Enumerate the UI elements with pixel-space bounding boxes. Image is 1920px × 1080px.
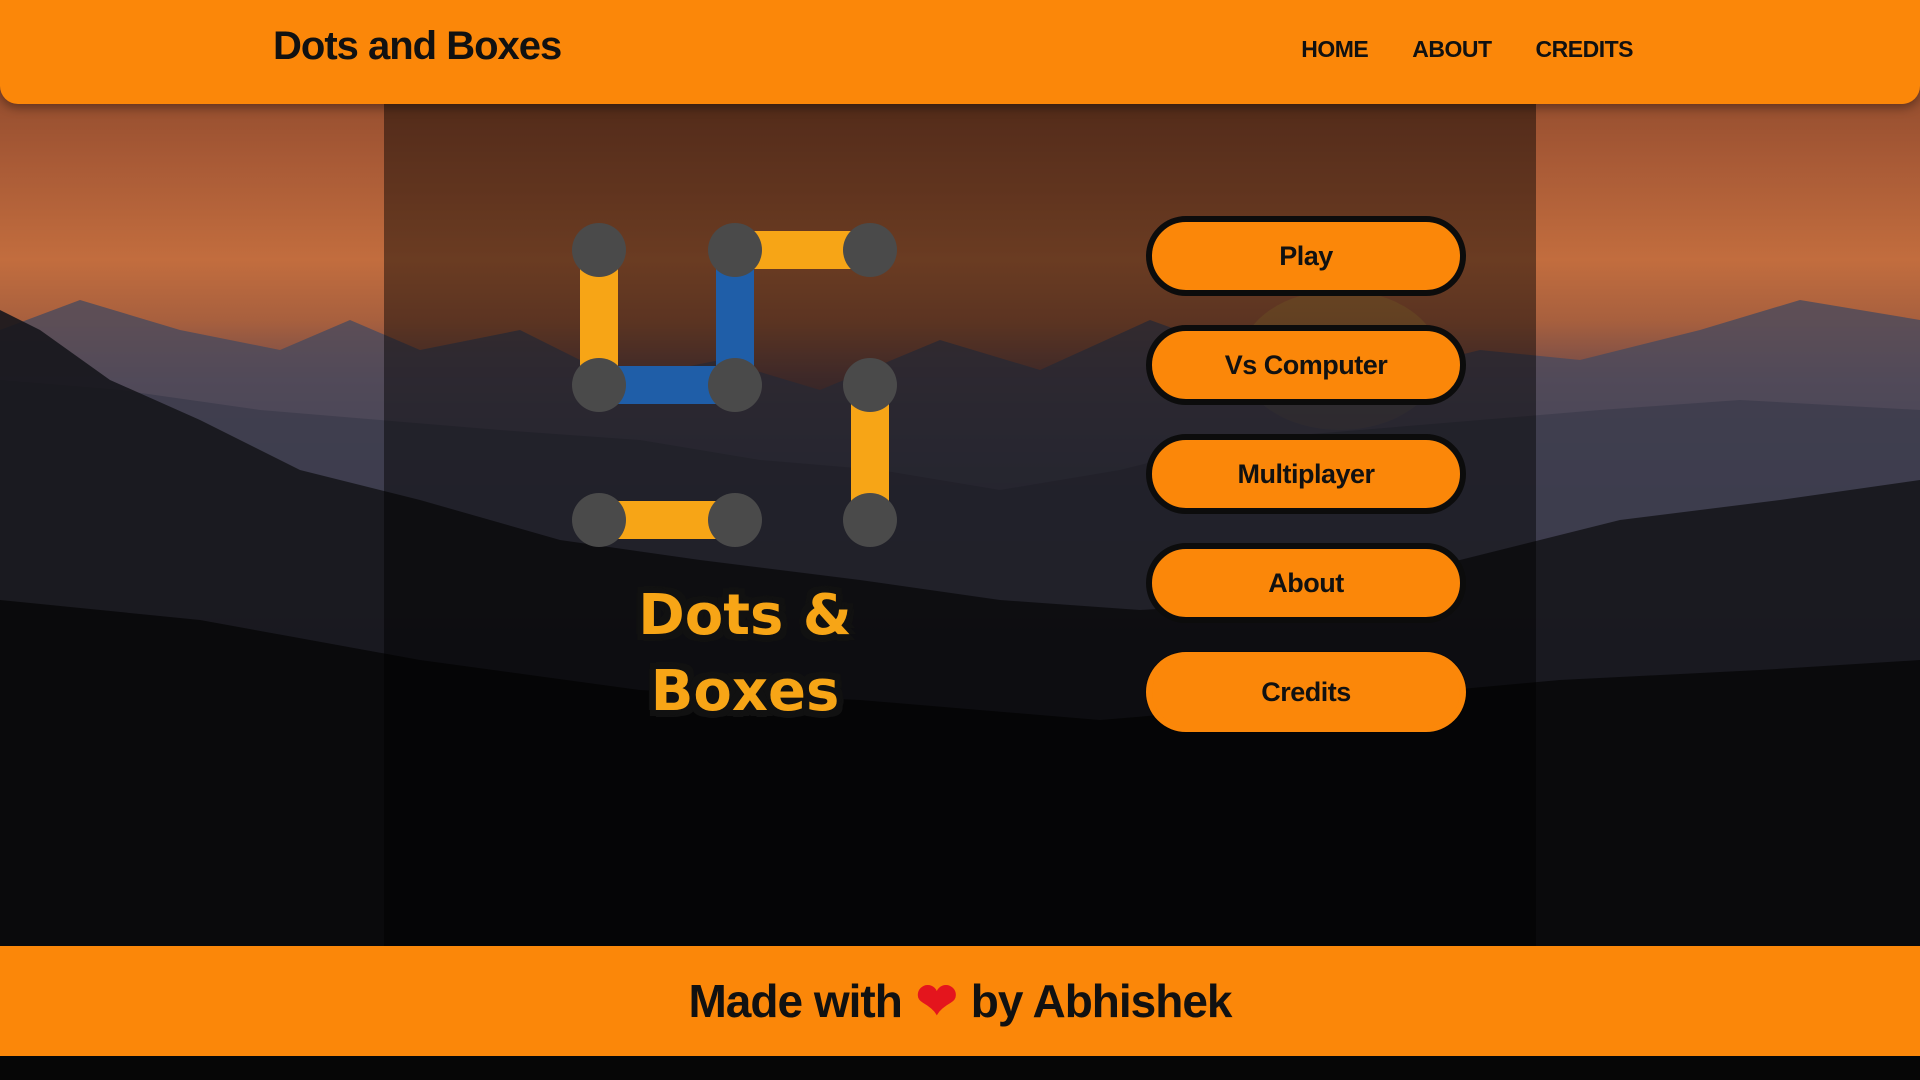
dots-boxes-logo-icon	[572, 223, 897, 547]
bottom-strip	[0, 1056, 1920, 1080]
nav-credits-link[interactable]: CREDITS	[1536, 36, 1634, 63]
logo-dot	[843, 358, 897, 412]
logo-title-line2: Boxes	[650, 659, 840, 724]
footer: Made with ❤ by Abhishek	[0, 946, 1920, 1056]
play-button[interactable]: Play	[1146, 216, 1466, 296]
nav-home-link[interactable]: HOME	[1301, 36, 1369, 63]
logo-title: Dots & Boxes	[560, 578, 930, 730]
heart-icon: ❤	[915, 973, 958, 1029]
footer-text-after: by Abhishek	[970, 975, 1233, 1027]
logo-dot	[708, 223, 762, 277]
nav-about-link[interactable]: ABOUT	[1412, 36, 1492, 63]
nav-links: HOME ABOUT CREDITS	[1301, 36, 1633, 63]
logo-title-line1: Dots &	[638, 583, 852, 648]
multiplayer-button[interactable]: Multiplayer	[1146, 434, 1466, 514]
footer-text-before: Made with	[688, 975, 902, 1027]
logo-dot	[708, 358, 762, 412]
main-menu: Play Vs Computer Multiplayer About Credi…	[1146, 216, 1466, 761]
credits-button[interactable]: Credits	[1146, 652, 1466, 732]
logo-dot	[572, 223, 626, 277]
logo-dot	[572, 358, 626, 412]
logo-dot	[572, 493, 626, 547]
brand-title[interactable]: Dots and Boxes	[273, 24, 562, 69]
logo-dot	[708, 493, 762, 547]
about-button[interactable]: About	[1146, 543, 1466, 623]
top-navbar: Dots and Boxes HOME ABOUT CREDITS	[0, 0, 1920, 104]
logo-dot	[843, 493, 897, 547]
vs-computer-button[interactable]: Vs Computer	[1146, 325, 1466, 405]
logo-dot	[843, 223, 897, 277]
